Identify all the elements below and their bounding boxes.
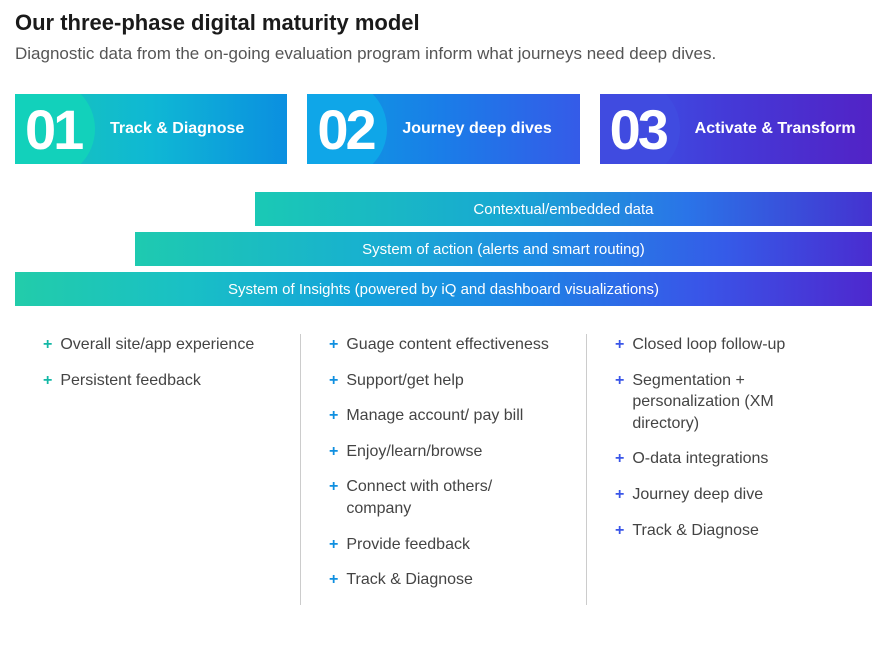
plus-icon: +	[615, 484, 624, 506]
phase-label: Track & Diagnose	[110, 119, 244, 138]
column-activate: + Closed loop follow-up + Segmentation + p…	[587, 334, 872, 605]
plus-icon: +	[329, 441, 338, 463]
item-text: Track & Diagnose	[632, 520, 759, 542]
item-text: Support/get help	[346, 370, 463, 392]
list-item: + Overall site/app experience	[43, 334, 272, 356]
phase-number: 02	[307, 97, 402, 162]
item-text: Manage account/ pay bill	[346, 405, 523, 427]
plus-icon: +	[615, 448, 624, 470]
columns: + Overall site/app experience + Persistent…	[15, 334, 872, 605]
list-item: + O-data integrations	[615, 448, 844, 470]
phase-number: 03	[600, 97, 695, 162]
page-title: Our three-phase digital maturity model	[15, 10, 872, 36]
item-text: Enjoy/learn/browse	[346, 441, 482, 463]
phase-label: Activate & Transform	[695, 119, 856, 138]
layer-bar-contextual: Contextual/embedded data	[255, 192, 872, 226]
list-item: + Enjoy/learn/browse	[329, 441, 558, 463]
column-track-diagnose: + Overall site/app experience + Persistent…	[15, 334, 300, 605]
phases-row: 01 Track & Diagnose 02 Journey deep dive…	[15, 94, 872, 164]
item-text: Connect with others/ company	[346, 476, 558, 519]
list-item: + Support/get help	[329, 370, 558, 392]
list-item: + Journey deep dive	[615, 484, 844, 506]
item-text: Provide feedback	[346, 534, 470, 556]
phase-card-2: 02 Journey deep dives	[307, 94, 579, 164]
item-text: Segmentation + personalization (XM direc…	[632, 370, 844, 435]
plus-icon: +	[615, 520, 624, 542]
layer-bar-action: System of action (alerts and smart routi…	[135, 232, 872, 266]
plus-icon: +	[329, 476, 338, 498]
list-item: + Closed loop follow-up	[615, 334, 844, 356]
list-item: + Segmentation + personalization (XM dire…	[615, 370, 844, 435]
phase-card-1: 01 Track & Diagnose	[15, 94, 287, 164]
item-text: Closed loop follow-up	[632, 334, 785, 356]
page-subtitle: Diagnostic data from the on-going evalua…	[15, 44, 872, 64]
list-item: + Track & Diagnose	[615, 520, 844, 542]
plus-icon: +	[43, 334, 52, 356]
item-text: Journey deep dive	[632, 484, 763, 506]
list-item: + Persistent feedback	[43, 370, 272, 392]
list-item: + Guage content effectiveness	[329, 334, 558, 356]
list-item: + Manage account/ pay bill	[329, 405, 558, 427]
item-text: O-data integrations	[632, 448, 768, 470]
plus-icon: +	[615, 334, 624, 356]
item-text: Overall site/app experience	[60, 334, 254, 356]
item-text: Guage content effectiveness	[346, 334, 549, 356]
item-text: Track & Diagnose	[346, 569, 473, 591]
column-journey: + Guage content effectiveness + Support/ge…	[300, 334, 587, 605]
plus-icon: +	[329, 370, 338, 392]
list-item: + Track & Diagnose	[329, 569, 558, 591]
list-item: + Provide feedback	[329, 534, 558, 556]
plus-icon: +	[615, 370, 624, 392]
layer-bars: Contextual/embedded data System of actio…	[15, 192, 872, 306]
plus-icon: +	[43, 370, 52, 392]
list-item: + Connect with others/ company	[329, 476, 558, 519]
phase-number: 01	[15, 97, 110, 162]
plus-icon: +	[329, 405, 338, 427]
plus-icon: +	[329, 534, 338, 556]
phase-label: Journey deep dives	[402, 119, 551, 138]
plus-icon: +	[329, 334, 338, 356]
layer-bar-insights: System of Insights (powered by iQ and da…	[15, 272, 872, 306]
plus-icon: +	[329, 569, 338, 591]
item-text: Persistent feedback	[60, 370, 201, 392]
phase-card-3: 03 Activate & Transform	[600, 94, 872, 164]
